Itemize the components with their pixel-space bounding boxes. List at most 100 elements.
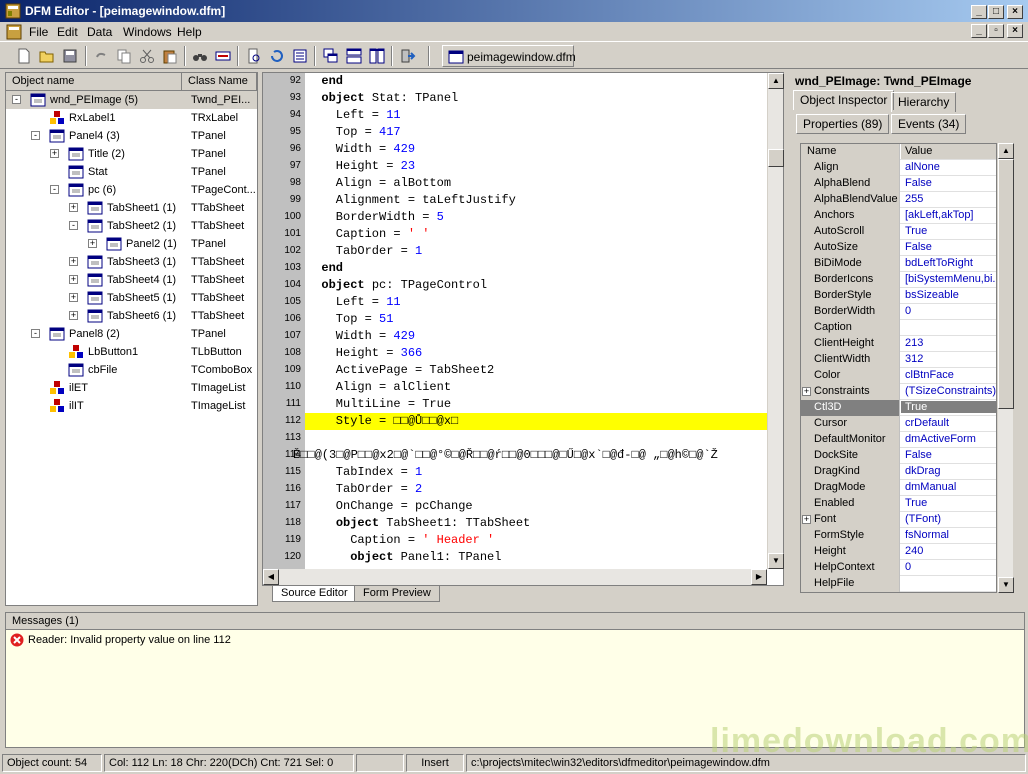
property-value[interactable]: True [901,225,996,237]
tree-row[interactable]: + Title (2) TPanel [6,145,257,163]
property-value[interactable]: [biSystemMenu,bi... [901,273,996,285]
property-value[interactable]: crDefault [901,417,996,429]
property-row[interactable]: BorderIcons [biSystemMenu,bi... [801,272,996,288]
code-line[interactable]: Width = 429 [307,329,415,346]
tab-hierarchy[interactable]: Hierarchy [891,92,957,112]
tree-row[interactable]: + TabSheet6 (1) TTabSheet [6,307,257,325]
code-line[interactable]: object pc: TPageControl [307,278,487,295]
property-value[interactable]: False [901,449,996,461]
tree-row[interactable]: + TabSheet1 (1) TTabSheet [6,199,257,217]
property-row[interactable]: Caption [801,320,996,336]
property-row[interactable]: BorderStyle bsSizeable [801,288,996,304]
property-value[interactable]: 312 [901,353,996,365]
property-value[interactable]: 240 [901,545,996,557]
open-button[interactable] [37,46,57,66]
tree-row[interactable]: ilIT TImageList [6,397,257,415]
property-row[interactable]: AutoSize False [801,240,996,256]
property-value[interactable]: fsNormal [901,529,996,541]
property-value[interactable]: False [901,241,996,253]
code-line[interactable]: Caption = ' Header ' [307,533,494,550]
property-grid-scrollbar[interactable]: ▲ ▼ [997,143,1014,593]
new-button[interactable] [14,46,34,66]
prop-scroll-up-button[interactable]: ▲ [998,143,1014,159]
scroll-right-button[interactable]: ▶ [751,569,767,585]
prop-scroll-thumb[interactable] [998,159,1014,409]
exit-button[interactable] [398,46,418,66]
property-row[interactable]: Anchors [akLeft,akTop] [801,208,996,224]
property-value[interactable]: dmManual [901,481,996,493]
collapse-icon[interactable]: - [69,221,78,230]
property-value[interactable]: bsSizeable [901,289,996,301]
editor-horizontal-scrollbar[interactable]: ◀ ▶ [263,569,767,585]
expand-icon[interactable]: + [69,257,78,266]
tree-row[interactable]: RxLabel1 TRxLabel [6,109,257,127]
expand-icon[interactable]: + [69,203,78,212]
expand-icon[interactable]: + [69,293,78,302]
copy-button[interactable] [114,46,134,66]
property-row[interactable]: BorderWidth 0 [801,304,996,320]
tree-header-object-name[interactable]: Object name [6,73,182,91]
code-line[interactable]: end [307,74,343,91]
child-close-button[interactable]: × [1007,24,1023,38]
property-value[interactable]: bdLeftToRight [901,257,996,269]
scroll-thumb[interactable] [768,149,784,167]
collapse-icon[interactable]: - [50,185,59,194]
property-value[interactable]: False [901,177,996,189]
code-line[interactable]: Top = 417 [307,125,401,142]
maximize-button[interactable]: □ [988,5,1004,19]
tab-form-preview[interactable]: Form Preview [354,586,440,602]
property-row[interactable]: Color clBtnFace [801,368,996,384]
property-value[interactable]: 0 [901,305,996,317]
property-value[interactable]: True [901,401,996,413]
code-line[interactable]: object Stat: TPanel [307,91,458,108]
scroll-down-button[interactable]: ▼ [768,553,784,569]
minimize-button[interactable]: _ [971,5,987,19]
code-line[interactable]: Align = alBottom [307,176,451,193]
code-line[interactable]: ActivePage = TabSheet2 [307,363,494,380]
document-icon[interactable] [6,24,22,40]
code-line[interactable]: Top = 51 [307,312,394,329]
child-restore-button[interactable]: ▫ [988,24,1004,38]
tree-row[interactable]: + TabSheet5 (1) TTabSheet [6,289,257,307]
expand-icon[interactable]: + [50,149,59,158]
property-value[interactable]: clBtnFace [901,369,996,381]
menu-edit[interactable]: Edit [57,25,78,39]
undo-button[interactable] [91,46,111,66]
code-line[interactable]: TabIndex = 1 [307,465,422,482]
property-row[interactable]: HelpContext 0 [801,560,996,576]
properties-button[interactable] [290,46,310,66]
property-row[interactable]: BiDiMode bdLeftToRight [801,256,996,272]
prop-scroll-down-button[interactable]: ▼ [998,577,1014,593]
expand-icon[interactable]: + [69,275,78,284]
property-value[interactable]: alNone [901,161,996,173]
property-row[interactable]: FormStyle fsNormal [801,528,996,544]
tree-row[interactable]: ilET TImageList [6,379,257,397]
collapse-icon[interactable]: - [12,95,21,104]
property-row[interactable]: DefaultMonitor dmActiveForm [801,432,996,448]
editor-vertical-scrollbar[interactable]: ▲ ▼ [767,73,784,569]
tree-row[interactable]: + Panel2 (1) TPanel [6,235,257,253]
code-line[interactable]: TabOrder = 2 [307,482,422,499]
code-line[interactable]: BorderWidth = 5 [307,210,444,227]
property-row[interactable]: DragMode dmManual [801,480,996,496]
property-row[interactable]: DockSite False [801,448,996,464]
property-value[interactable]: (TFont) [901,513,996,525]
tile-vertical-button[interactable] [367,46,387,66]
tab-properties[interactable]: Properties (89) [796,114,890,134]
paste-button[interactable] [160,46,180,66]
property-value[interactable]: (TSizeConstraints) [901,385,996,397]
tree-row[interactable]: - TabSheet2 (1) TTabSheet [6,217,257,235]
code-line[interactable]: OnChange = pcChange [307,499,473,516]
expand-icon[interactable]: + [802,515,811,524]
tree-row[interactable]: cbFile TComboBox [6,361,257,379]
property-value[interactable]: [akLeft,akTop] [901,209,996,221]
code-line[interactable]: Style = □□@Ů□□@x□ [307,414,458,431]
child-minimize-button[interactable]: _ [971,24,987,38]
close-button[interactable]: × [1007,5,1023,19]
tab-source-editor[interactable]: Source Editor [272,586,357,602]
expand-icon[interactable]: + [88,239,97,248]
code-line[interactable]: MultiLine = True [307,397,451,414]
source-editor[interactable]: 92 end 93 object Stat: TPanel 94 Left = 11… [262,72,784,586]
tab-events[interactable]: Events (34) [891,114,967,134]
tree-header-class-name[interactable]: Class Name [182,73,257,91]
